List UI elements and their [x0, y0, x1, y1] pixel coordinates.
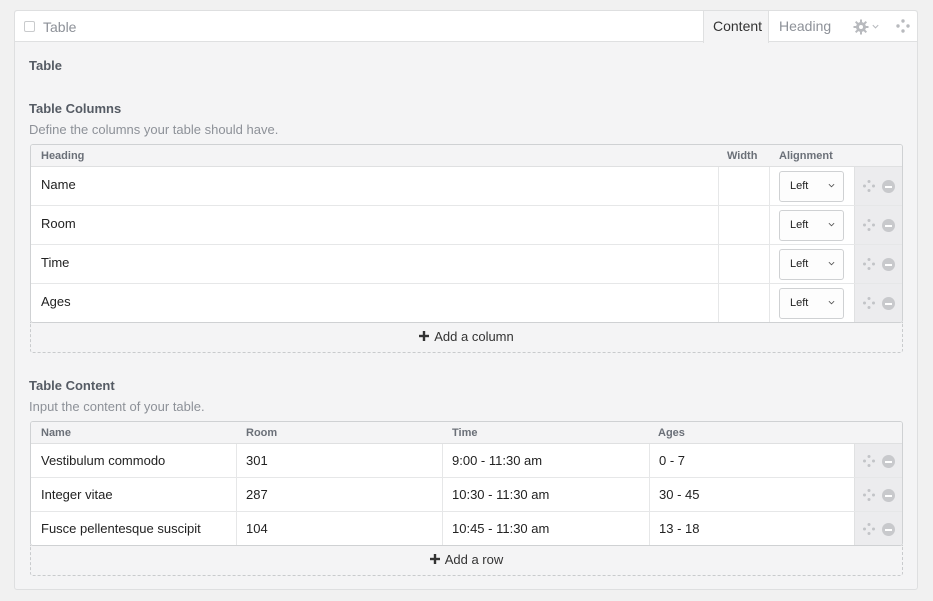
block-title: Table	[43, 19, 77, 35]
table-block-panel: Table Content Heading Table Table Column…	[14, 10, 918, 590]
remove-row-icon[interactable]	[882, 297, 895, 310]
plus-icon	[429, 554, 440, 564]
remove-row-icon[interactable]	[882, 489, 895, 502]
remove-row-icon[interactable]	[882, 219, 895, 232]
drag-handle-icon[interactable]	[863, 219, 875, 231]
column-row: Ages Left	[31, 284, 902, 322]
alignment-select[interactable]: Left	[779, 171, 844, 202]
content-section-description: Input the content of your table.	[29, 399, 205, 414]
drag-handle-icon[interactable]	[863, 297, 875, 309]
remove-row-icon[interactable]	[882, 523, 895, 536]
block-select-checkbox[interactable]	[24, 21, 35, 32]
block-titlebar: Table Content Heading	[15, 11, 917, 43]
row-actions	[854, 206, 902, 244]
alignment-select[interactable]: Left	[779, 288, 844, 319]
cell-time[interactable]: 10:45 - 11:30 am	[452, 521, 549, 545]
col-header-heading: Heading	[41, 150, 85, 162]
column-heading-input[interactable]: Ages	[41, 294, 71, 322]
alignment-select-value: Left	[790, 219, 809, 231]
chevron-down-icon	[828, 300, 835, 305]
chevron-down-icon	[828, 222, 835, 227]
add-column-button[interactable]: Add a column	[30, 322, 903, 353]
column-width-input[interactable]	[719, 245, 769, 283]
table-row: Fusce pellentesque suscipit 104 10:45 - …	[31, 512, 902, 545]
drag-handle-icon[interactable]	[863, 258, 875, 270]
content-header-name: Name	[41, 427, 71, 439]
content-header-ages: Ages	[658, 427, 685, 439]
tab-content[interactable]: Content	[703, 11, 769, 43]
columns-table: Heading Width Alignment Name Left Room L…	[30, 144, 903, 323]
remove-row-icon[interactable]	[882, 455, 895, 468]
gear-icon[interactable]	[853, 19, 869, 35]
row-actions	[854, 284, 902, 322]
row-actions	[854, 478, 902, 511]
alignment-select-value: Left	[790, 258, 809, 270]
content-table: Name Room Time Ages Vestibulum commodo 3…	[30, 421, 903, 546]
add-row-button[interactable]: Add a row	[30, 545, 903, 576]
table-row: Integer vitae 287 10:30 - 11:30 am 30 - …	[31, 478, 902, 512]
tab-heading[interactable]: Heading	[770, 11, 840, 42]
cell-room[interactable]: 104	[246, 521, 268, 545]
content-header-time: Time	[452, 427, 478, 439]
column-width-input[interactable]	[719, 206, 769, 244]
columns-section-title: Table Columns	[29, 101, 122, 116]
row-actions	[854, 245, 902, 283]
col-header-width: Width	[727, 150, 758, 162]
plus-icon	[419, 331, 430, 341]
chevron-down-icon	[828, 261, 835, 266]
drag-handle-icon[interactable]	[863, 455, 875, 467]
columns-section-description: Define the columns your table should hav…	[29, 122, 279, 137]
column-row: Room Left	[31, 206, 902, 245]
row-actions	[854, 512, 902, 545]
content-section-title: Table Content	[29, 378, 115, 393]
remove-row-icon[interactable]	[882, 258, 895, 271]
alignment-select[interactable]: Left	[779, 249, 844, 280]
alignment-select-value: Left	[790, 297, 809, 309]
section-title: Table	[29, 58, 62, 73]
drag-handle-icon[interactable]	[863, 180, 875, 192]
alignment-select-value: Left	[790, 180, 809, 192]
table-row: Vestibulum commodo 301 9:00 - 11:30 am 0…	[31, 444, 902, 478]
column-row: Name Left	[31, 167, 902, 206]
cell-name[interactable]: Fusce pellentesque suscipit	[41, 521, 201, 545]
row-actions	[854, 167, 902, 205]
column-width-input[interactable]	[719, 167, 769, 205]
content-table-header: Name Room Time Ages	[31, 422, 902, 444]
move-icon[interactable]	[896, 19, 910, 33]
cell-ages[interactable]: 13 - 18	[659, 521, 699, 545]
remove-row-icon[interactable]	[882, 180, 895, 193]
chevron-down-icon[interactable]	[871, 22, 880, 31]
columns-table-header: Heading Width Alignment	[31, 145, 902, 167]
row-actions	[854, 444, 902, 477]
chevron-down-icon	[828, 183, 835, 188]
alignment-select[interactable]: Left	[779, 210, 844, 241]
column-row: Time Left	[31, 245, 902, 284]
drag-handle-icon[interactable]	[863, 489, 875, 501]
column-width-input[interactable]	[719, 284, 769, 322]
add-column-label: Add a column	[434, 329, 514, 344]
content-header-room: Room	[246, 427, 278, 439]
drag-handle-icon[interactable]	[863, 523, 875, 535]
add-row-label: Add a row	[444, 552, 504, 567]
col-header-alignment: Alignment	[779, 150, 833, 162]
